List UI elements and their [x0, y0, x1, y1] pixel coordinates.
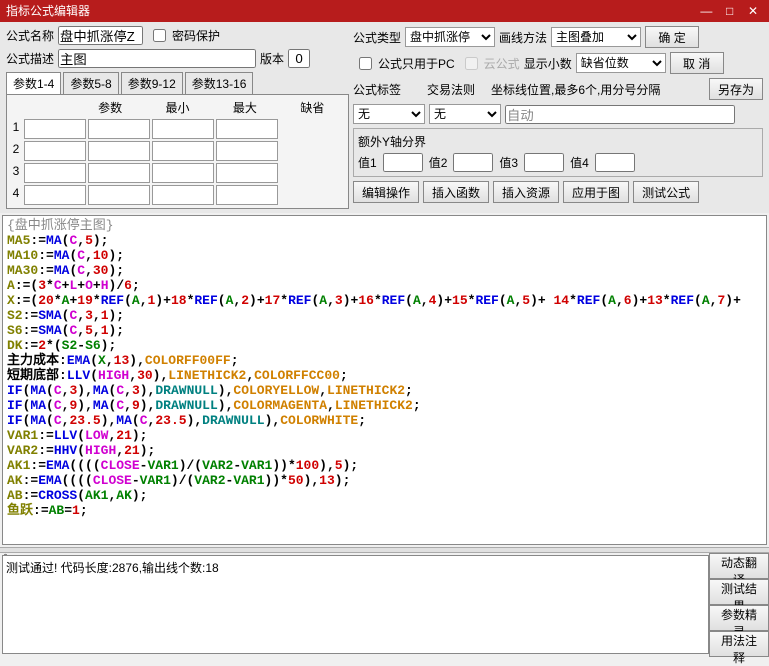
testres-button[interactable]: 测试结果	[709, 579, 769, 605]
val2-input[interactable]	[453, 153, 493, 172]
tag-select[interactable]: 无	[353, 104, 425, 124]
tag-label: 公式标签	[353, 81, 401, 98]
desc-label: 公式描述	[6, 50, 54, 67]
param-hdr-min: 最小	[144, 97, 211, 118]
rule-select[interactable]: 无	[429, 104, 501, 124]
param-cell[interactable]	[216, 141, 278, 161]
param-cell[interactable]	[24, 185, 86, 205]
defdigits-select[interactable]: 缺省位数	[576, 53, 666, 73]
param-cell[interactable]	[152, 163, 214, 183]
coord-input[interactable]	[505, 105, 735, 124]
insfunc-button[interactable]: 插入函数	[423, 181, 489, 203]
pwd-label: 密码保护	[172, 27, 220, 44]
applyto-button[interactable]: 应用于图	[563, 181, 629, 203]
paramwiz-button[interactable]: 参数精灵	[709, 605, 769, 631]
code-editor[interactable]: {盘中抓涨停主图} MA5:=MA(C,5); MA10:=MA(C,10); …	[2, 215, 767, 545]
param-grid: 参数 最小 最大 缺省 1 2 3 4	[6, 94, 349, 209]
val1-label: 值1	[358, 154, 377, 171]
output-panel: 测试通过! 代码长度:2876,输出线个数:18	[2, 555, 709, 654]
extray-label: 额外Y轴分界	[358, 133, 758, 150]
param-tab-2[interactable]: 参数5-8	[63, 72, 118, 94]
param-tabs: 参数1-4 参数5-8 参数9-12 参数13-16	[6, 72, 349, 94]
editop-button[interactable]: 编辑操作	[353, 181, 419, 203]
maximize-icon[interactable]: □	[720, 0, 740, 22]
param-cell[interactable]	[152, 141, 214, 161]
param-hdr-name: 参数	[76, 97, 143, 118]
val1-input[interactable]	[383, 153, 423, 172]
rule-label: 交易法则	[427, 81, 475, 98]
ok-button[interactable]: 确 定	[645, 26, 699, 48]
minimize-icon[interactable]: —	[696, 0, 716, 22]
cloud-checkbox	[465, 57, 478, 70]
param-cell[interactable]	[24, 163, 86, 183]
param-hdr-max: 最大	[211, 97, 278, 118]
showdec-label: 显示小数	[524, 55, 572, 72]
usage-button[interactable]: 用法注释	[709, 631, 769, 657]
type-label: 公式类型	[353, 29, 401, 46]
param-cell[interactable]	[216, 185, 278, 205]
close-icon[interactable]: ✕	[743, 0, 763, 22]
param-cell[interactable]	[88, 119, 150, 139]
coord-label: 坐标线位置,最多6个,用分号分隔	[491, 81, 660, 98]
param-cell[interactable]	[216, 163, 278, 183]
drawmethod-select[interactable]: 主图叠加	[551, 27, 641, 47]
param-cell[interactable]	[152, 119, 214, 139]
param-tab-3[interactable]: 参数9-12	[121, 72, 183, 94]
param-hdr-def: 缺省	[279, 97, 346, 118]
type-select[interactable]: 盘中抓涨停	[405, 27, 495, 47]
titlebar: 指标公式编辑器 — □ ✕	[0, 0, 769, 22]
pwd-checkbox[interactable]	[153, 29, 166, 42]
val3-input[interactable]	[524, 153, 564, 172]
pconly-label: 公式只用于PC	[378, 55, 455, 72]
pconly-checkbox[interactable]	[359, 57, 372, 70]
param-cell[interactable]	[88, 185, 150, 205]
param-cell[interactable]	[88, 141, 150, 161]
version-label: 版本	[260, 50, 284, 67]
val4-label: 值4	[570, 154, 589, 171]
name-label: 公式名称	[6, 27, 54, 44]
param-tab-4[interactable]: 参数13-16	[185, 72, 254, 94]
param-cell[interactable]	[88, 163, 150, 183]
version-input[interactable]	[288, 49, 310, 68]
param-cell[interactable]	[216, 119, 278, 139]
saveas-button[interactable]: 另存为	[709, 78, 763, 100]
cancel-button[interactable]: 取 消	[670, 52, 724, 74]
window-title: 指标公式编辑器	[6, 0, 90, 22]
param-cell[interactable]	[24, 119, 86, 139]
val3-label: 值3	[499, 154, 518, 171]
cloud-label: 云公式	[484, 55, 520, 72]
param-tab-1[interactable]: 参数1-4	[6, 72, 61, 94]
val4-input[interactable]	[595, 153, 635, 172]
drawmethod-label: 画线方法	[499, 29, 547, 46]
val2-label: 值2	[429, 154, 448, 171]
param-cell[interactable]	[152, 185, 214, 205]
dyntrans-button[interactable]: 动态翻译	[709, 553, 769, 579]
desc-input[interactable]	[58, 49, 256, 68]
name-input[interactable]	[58, 26, 143, 45]
testformula-button[interactable]: 测试公式	[633, 181, 699, 203]
param-cell[interactable]	[24, 141, 86, 161]
output-text: 测试通过! 代码长度:2876,输出线个数:18	[6, 561, 219, 575]
insres-button[interactable]: 插入资源	[493, 181, 559, 203]
